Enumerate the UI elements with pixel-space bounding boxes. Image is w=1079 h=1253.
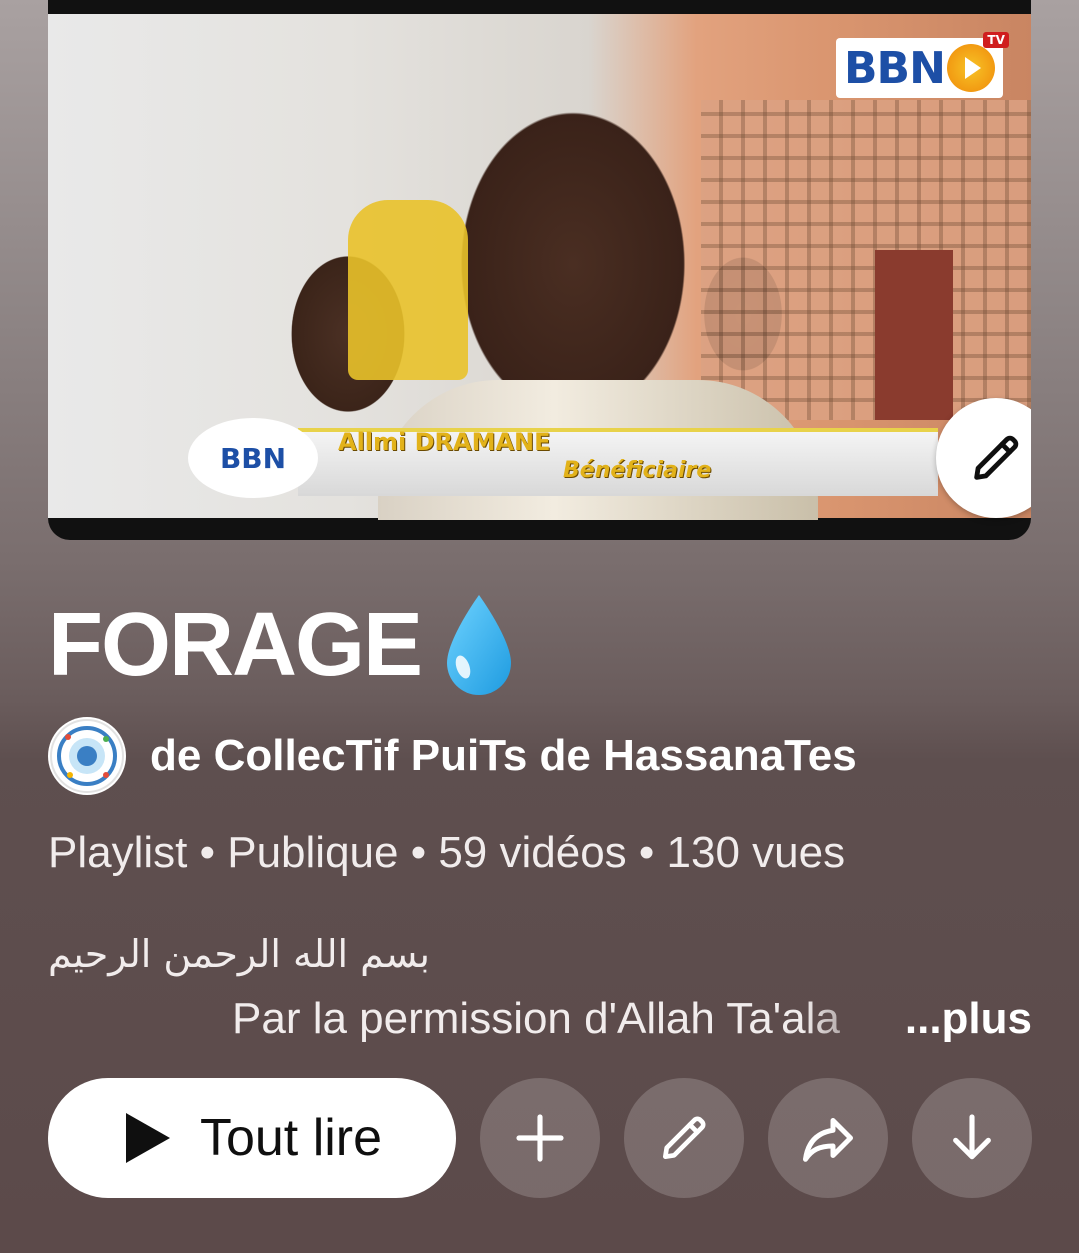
channel-avatar[interactable] <box>48 717 126 795</box>
channel-avatar-icon <box>50 719 124 793</box>
description-line-arabic: بسم الله الرحمن الرحيم <box>48 932 430 976</box>
playlist-title: FORAGE <box>48 590 515 700</box>
share-icon <box>803 1118 853 1162</box>
edit-playlist-button[interactable] <box>624 1078 744 1198</box>
plus-icon <box>516 1114 564 1162</box>
pencil-icon <box>663 1116 706 1159</box>
share-button[interactable] <box>768 1078 888 1198</box>
channel-row[interactable]: de CollecTif PuiTs de HassanaTes <box>48 716 857 796</box>
more-link[interactable]: ...plus <box>905 992 1032 1046</box>
lower-third-logo: BBN <box>188 418 318 498</box>
description[interactable]: Par la permission d'Allah Ta'ala ...plus <box>232 992 1032 1046</box>
thumbnail-door <box>875 250 953 420</box>
playlist-title-text: FORAGE <box>48 595 423 695</box>
thumbnail-figure <box>348 200 468 380</box>
playlist-thumbnail[interactable]: BBN TV BBN Allmi DRAMANE Bénéficiaire <box>48 0 1031 540</box>
bbn-logo-text: BBN <box>844 42 946 94</box>
download-icon <box>953 1114 991 1160</box>
play-all-button[interactable]: Tout lire <box>48 1078 456 1198</box>
play-icon <box>125 1113 170 1163</box>
add-to-button[interactable] <box>480 1078 600 1198</box>
water-drop-icon <box>447 595 512 695</box>
bbn-tv-badge: TV <box>983 32 1009 48</box>
download-button[interactable] <box>912 1078 1032 1198</box>
play-all-label: Tout lire <box>199 1109 383 1167</box>
bbn-play-icon <box>946 44 995 92</box>
lower-third-role: Bénéficiaire <box>563 458 712 483</box>
lower-third: BBN Allmi DRAMANE Bénéficiaire <box>188 418 948 498</box>
playlist-meta: Playlist • Publique • 59 vidéos • 130 vu… <box>48 828 846 877</box>
lower-third-name: Allmi DRAMANE <box>338 428 551 456</box>
pencil-icon <box>974 435 1019 480</box>
thumbnail-building <box>701 100 1031 420</box>
bbn-logo: BBN TV <box>836 32 1009 98</box>
channel-name[interactable]: de CollecTif PuiTs de HassanaTes <box>150 731 857 781</box>
description-line-2: Par la permission d'Allah Ta'ala <box>232 994 840 1043</box>
